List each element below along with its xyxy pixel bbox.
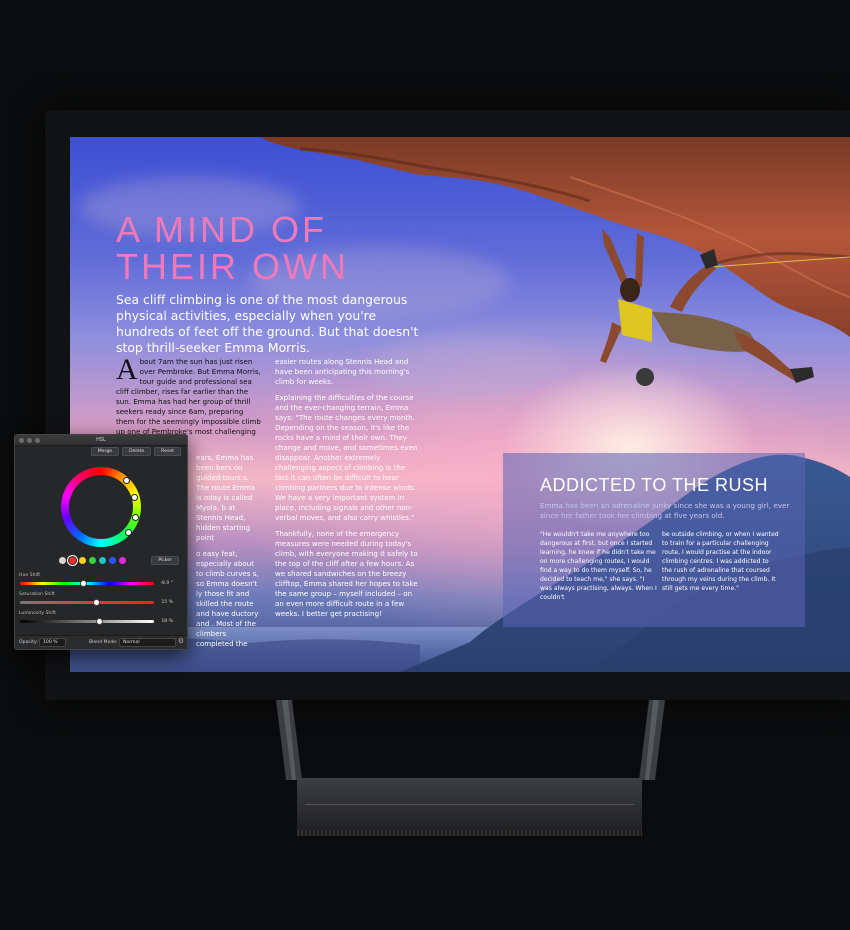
sidebar-intro: Emma has been an adrenaline junky since … — [540, 501, 790, 520]
merge-button[interactable]: Merge — [90, 447, 120, 456]
wheel-handle[interactable] — [132, 514, 139, 521]
luminosity-shift-value[interactable]: 18 % — [161, 619, 173, 624]
saturation-shift-label: Saturation Shift — [19, 592, 55, 597]
wheel-handle[interactable] — [125, 529, 132, 536]
hue-shift-slider[interactable] — [20, 580, 154, 587]
headline-line-1: A MIND OF — [116, 209, 328, 250]
sidebar-column-1: "He wouldn't take me anywhere too danger… — [540, 531, 657, 601]
color-swatch[interactable] — [89, 557, 96, 564]
article-column-2: easier routes along Stennis Head and hav… — [275, 357, 420, 625]
monitor-base — [297, 778, 642, 836]
color-swatch[interactable] — [67, 555, 78, 566]
picker-button[interactable]: Picker — [151, 556, 179, 565]
hue-shift-value[interactable]: -8.9 ° — [160, 581, 173, 586]
color-swatch[interactable] — [109, 557, 116, 564]
wheel-handle[interactable] — [131, 494, 138, 501]
article-paragraph: Explaining the difficulties of the cours… — [275, 393, 418, 522]
lede-paragraph: Sea cliff climbing is one of the most da… — [116, 292, 419, 355]
wheel-handle[interactable] — [123, 477, 130, 484]
color-swatch[interactable] — [59, 557, 66, 564]
gear-icon[interactable]: ⚙ — [178, 637, 184, 645]
base-seam — [305, 804, 634, 805]
sidebar-column-2: be outside climbing, or when I wanted to… — [662, 531, 779, 592]
hsl-panel[interactable]: HSL Merge Delete Reset Picker Hue Shift … — [14, 434, 188, 650]
reset-button[interactable]: Reset — [154, 447, 181, 456]
color-swatch[interactable] — [79, 557, 86, 564]
sidebar-title: ADDICTED TO THE RUSH — [540, 475, 769, 495]
article-paragraph: Thankfully, none of the emergency measur… — [275, 529, 418, 618]
base-grille — [297, 830, 642, 836]
saturation-shift-slider[interactable] — [20, 599, 154, 606]
hue-color-wheel[interactable] — [61, 467, 141, 547]
delete-button[interactable]: Delete — [122, 447, 152, 456]
sidebar-box: ADDICTED TO THE RUSH Emma has been an ad… — [503, 453, 805, 627]
hue-shift-label: Hue Shift — [19, 573, 41, 578]
hue-shift-thumb[interactable] — [79, 580, 87, 587]
panel-button-row: Merge Delete Reset — [90, 447, 181, 456]
wheel-center — [69, 475, 133, 539]
headline: A MIND OF THEIR OWN — [116, 211, 349, 285]
color-swatch[interactable] — [99, 557, 106, 564]
blend-mode-label: Blend Mode: — [89, 640, 118, 645]
luminosity-shift-label: Luminosity Shift — [19, 611, 56, 616]
panel-titlebar[interactable]: HSL — [15, 435, 187, 446]
color-range-swatches — [59, 555, 126, 566]
panel-title: HSL — [96, 437, 106, 443]
opacity-label: Opacity: — [19, 640, 38, 645]
article-paragraph: easier routes along Stennis Head and hav… — [275, 357, 410, 386]
luminosity-shift-thumb[interactable] — [96, 618, 104, 625]
saturation-shift-value[interactable]: 15 % — [161, 600, 173, 605]
drop-cap: A — [116, 353, 138, 386]
panel-bottom-bar: Opacity: 100 % Blend Mode: Normal ⚙ — [15, 635, 187, 649]
luminosity-shift-slider[interactable] — [20, 618, 154, 625]
blend-mode-select[interactable]: Normal — [119, 638, 176, 647]
headline-line-2: THEIR OWN — [116, 246, 349, 287]
opacity-field[interactable]: 100 % — [39, 638, 66, 647]
saturation-shift-thumb[interactable] — [93, 599, 101, 606]
color-swatch[interactable] — [119, 557, 126, 564]
monitor-stand-arms — [276, 700, 665, 780]
